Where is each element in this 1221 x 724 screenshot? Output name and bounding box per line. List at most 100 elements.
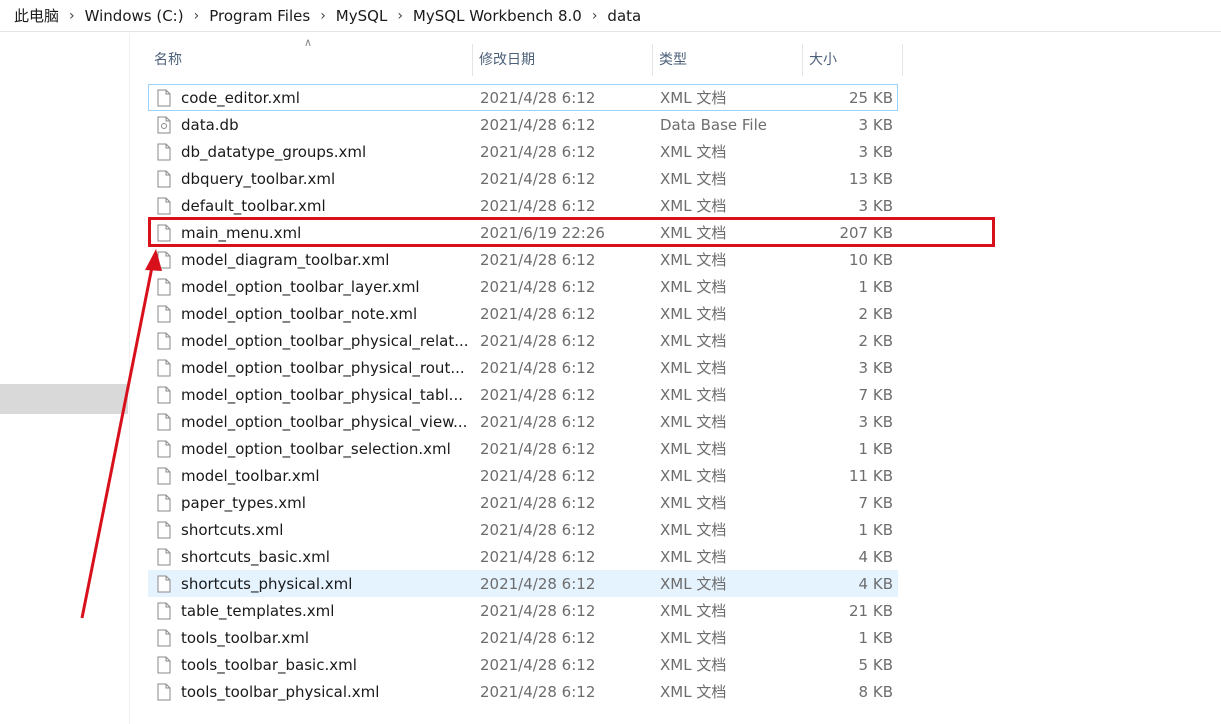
nav-selected-item[interactable] bbox=[0, 384, 128, 414]
table-row[interactable]: db_datatype_groups.xml 2021/4/28 6:12 XML … bbox=[148, 138, 898, 165]
breadcrumb-program-files[interactable]: Program Files bbox=[205, 1, 314, 31]
file-date: 2021/4/28 6:12 bbox=[480, 116, 596, 134]
file-date: 2021/6/19 22:26 bbox=[480, 224, 605, 242]
file-date: 2021/4/28 6:12 bbox=[480, 548, 596, 566]
file-type: XML 文档 bbox=[660, 386, 727, 404]
file-name: tools_toolbar.xml bbox=[181, 629, 310, 647]
chevron-right-icon[interactable]: › bbox=[63, 1, 81, 31]
table-row[interactable]: paper_types.xml 2021/4/28 6:12 XML 文档 7 KB bbox=[148, 489, 898, 516]
table-row[interactable]: model_diagram_toolbar.xml 2021/4/28 6:12 X… bbox=[148, 246, 898, 273]
table-row[interactable]: tools_toolbar.xml 2021/4/28 6:12 XML 文档 1 K… bbox=[148, 624, 898, 651]
document-icon bbox=[157, 143, 171, 161]
table-row[interactable]: model_toolbar.xml 2021/4/28 6:12 XML 文档 11 … bbox=[148, 462, 898, 489]
file-date: 2021/4/28 6:12 bbox=[480, 494, 596, 512]
table-row[interactable]: model_option_toolbar_physical_relat... 20… bbox=[148, 327, 898, 354]
file-name: table_templates.xml bbox=[181, 602, 335, 620]
file-date: 2021/4/28 6:12 bbox=[480, 305, 596, 323]
table-row[interactable]: table_templates.xml 2021/4/28 6:12 XML 文档 2… bbox=[148, 597, 898, 624]
column-header-name[interactable]: 名称 bbox=[148, 44, 473, 76]
document-icon bbox=[157, 224, 171, 242]
file-type: XML 文档 bbox=[660, 629, 727, 647]
file-date: 2021/4/28 6:12 bbox=[480, 89, 596, 107]
file-name: main_menu.xml bbox=[181, 224, 302, 242]
breadcrumb-this-pc[interactable]: 此电脑 bbox=[10, 1, 63, 31]
file-size: 4 KB bbox=[858, 548, 893, 566]
file-date: 2021/4/28 6:12 bbox=[480, 197, 596, 215]
table-row[interactable]: model_option_toolbar_physical_view... 202… bbox=[148, 408, 898, 435]
chevron-right-icon[interactable]: › bbox=[391, 1, 409, 31]
file-size: 3 KB bbox=[858, 197, 893, 215]
breadcrumb-data[interactable]: data bbox=[603, 1, 645, 31]
chevron-right-icon[interactable]: › bbox=[314, 1, 332, 31]
file-date: 2021/4/28 6:12 bbox=[480, 521, 596, 539]
file-date: 2021/4/28 6:12 bbox=[480, 683, 596, 701]
file-size: 21 KB bbox=[849, 602, 893, 620]
file-name: code_editor.xml bbox=[181, 89, 300, 107]
file-date: 2021/4/28 6:12 bbox=[480, 467, 596, 485]
document-icon bbox=[157, 197, 171, 215]
file-name: shortcuts.xml bbox=[181, 521, 284, 539]
breadcrumb[interactable]: 此电脑 › Windows (C:) › Program Files › MyS… bbox=[0, 0, 1221, 32]
table-row[interactable]: tools_toolbar_basic.xml 2021/4/28 6:12 XML… bbox=[148, 651, 898, 678]
table-row[interactable]: default_toolbar.xml 2021/4/28 6:12 XML 文档 3… bbox=[148, 192, 898, 219]
chevron-right-icon[interactable]: › bbox=[586, 1, 604, 31]
file-date: 2021/4/28 6:12 bbox=[480, 332, 596, 350]
file-size: 3 KB bbox=[858, 143, 893, 161]
column-header-size[interactable]: 大小 bbox=[803, 44, 903, 76]
document-icon bbox=[157, 413, 171, 431]
table-row[interactable]: dbquery_toolbar.xml 2021/4/28 6:12 XML 文档 1… bbox=[148, 165, 898, 192]
breadcrumb-windows-c[interactable]: Windows (C:) bbox=[81, 1, 188, 31]
breadcrumb-mysql-workbench[interactable]: MySQL Workbench 8.0 bbox=[409, 1, 586, 31]
document-icon bbox=[157, 575, 171, 593]
file-name: model_option_toolbar_physical_rout... bbox=[181, 359, 465, 377]
file-date: 2021/4/28 6:12 bbox=[480, 602, 596, 620]
document-icon bbox=[157, 494, 171, 512]
file-type: XML 文档 bbox=[660, 224, 727, 242]
file-type: XML 文档 bbox=[660, 143, 727, 161]
table-row[interactable]: shortcuts.xml 2021/4/28 6:12 XML 文档 1 KB bbox=[148, 516, 898, 543]
file-size: 13 KB bbox=[849, 170, 893, 188]
document-icon bbox=[157, 332, 171, 350]
table-row[interactable]: tools_toolbar_physical.xml 2021/4/28 6:12… bbox=[148, 678, 898, 705]
table-row[interactable]: model_option_toolbar_selection.xml 2021/4… bbox=[148, 435, 898, 462]
table-row[interactable]: shortcuts_physical.xml 2021/4/28 6:12 XML … bbox=[148, 570, 898, 597]
file-name: dbquery_toolbar.xml bbox=[181, 170, 336, 188]
file-size: 5 KB bbox=[858, 656, 893, 674]
table-row[interactable]: model_option_toolbar_physical_rout... 202… bbox=[148, 354, 898, 381]
file-size: 25 KB bbox=[849, 89, 893, 107]
table-row[interactable]: main_menu.xml 2021/6/19 22:26 XML 文档 207 KB bbox=[148, 219, 898, 246]
column-header-date[interactable]: 修改日期 bbox=[473, 44, 653, 76]
file-size: 1 KB bbox=[858, 278, 893, 296]
file-name: model_diagram_toolbar.xml bbox=[181, 251, 390, 269]
file-size: 3 KB bbox=[858, 413, 893, 431]
table-row[interactable]: model_option_toolbar_note.xml 2021/4/28 6… bbox=[148, 300, 898, 327]
file-list[interactable]: ∧ 名称 修改日期 类型 大小 code_editor.xml 2021/4/28… bbox=[148, 36, 908, 705]
document-icon bbox=[157, 656, 171, 674]
navigation-pane[interactable] bbox=[0, 33, 130, 724]
file-size: 1 KB bbox=[858, 440, 893, 458]
document-icon bbox=[157, 440, 171, 458]
document-icon bbox=[157, 548, 171, 566]
file-name: tools_toolbar_physical.xml bbox=[181, 683, 380, 701]
table-row[interactable]: code_editor.xml 2021/4/28 6:12 XML 文档 25 KB bbox=[148, 84, 898, 111]
table-row[interactable]: model_option_toolbar_layer.xml 2021/4/28 … bbox=[148, 273, 898, 300]
file-name: model_option_toolbar_physical_relat... bbox=[181, 332, 469, 350]
document-icon bbox=[157, 521, 171, 539]
file-explorer-window: 此电脑 › Windows (C:) › Program Files › MyS… bbox=[0, 0, 1221, 724]
file-size: 7 KB bbox=[858, 386, 893, 404]
file-type: XML 文档 bbox=[660, 602, 727, 620]
breadcrumb-mysql[interactable]: MySQL bbox=[332, 1, 392, 31]
document-icon bbox=[157, 467, 171, 485]
column-header-type[interactable]: 类型 bbox=[653, 44, 803, 76]
table-row[interactable]: model_option_toolbar_physical_tabl... 202… bbox=[148, 381, 898, 408]
file-size: 8 KB bbox=[858, 683, 893, 701]
file-type: XML 文档 bbox=[660, 170, 727, 188]
table-row[interactable]: shortcuts_basic.xml 2021/4/28 6:12 XML 文档 4… bbox=[148, 543, 898, 570]
file-type: XML 文档 bbox=[660, 548, 727, 566]
file-name: model_toolbar.xml bbox=[181, 467, 320, 485]
file-type: XML 文档 bbox=[660, 656, 727, 674]
chevron-right-icon[interactable]: › bbox=[188, 1, 206, 31]
table-row[interactable]: data.db 2021/4/28 6:12 Data Base File 3 KB bbox=[148, 111, 898, 138]
file-size: 11 KB bbox=[849, 467, 893, 485]
file-size: 2 KB bbox=[858, 305, 893, 323]
